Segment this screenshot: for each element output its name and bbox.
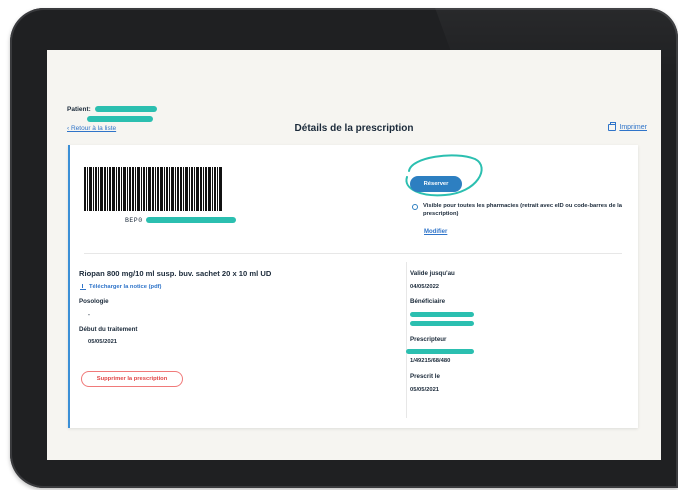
visibility-info-icon	[412, 204, 418, 210]
reserve-button[interactable]: Réserver	[410, 176, 462, 192]
start-date-value: 05/05/2021	[88, 339, 118, 345]
download-notice-label: Télécharger la notice (pdf)	[89, 284, 162, 290]
printer-icon	[608, 122, 617, 131]
valid-until-label: Valide jusqu'au	[410, 270, 455, 277]
posologie-value: -	[88, 312, 90, 318]
prescribed-on-label: Prescrit le	[410, 373, 440, 380]
posologie-label: Posologie	[79, 298, 109, 305]
start-date-label: Début du traitement	[79, 326, 138, 333]
prescriber-number: 1/49215/68/480	[410, 358, 451, 364]
beneficiary-redaction	[410, 312, 474, 317]
patient-id-redaction	[87, 116, 153, 122]
patient-name-redaction	[95, 106, 157, 112]
modify-link[interactable]: Modifier	[424, 229, 447, 235]
prescription-card: BEP0 Réserver Visible pour toutes les ph…	[68, 145, 638, 428]
beneficiary-id-redaction	[410, 321, 474, 326]
download-icon	[80, 284, 86, 290]
tablet-frame: Patient: ‹ Retour à la liste Détails de …	[10, 8, 678, 488]
prescribed-on-value: 05/05/2021	[410, 387, 440, 393]
column-divider	[406, 262, 407, 418]
prescriber-name-redaction	[406, 349, 474, 354]
delete-prescription-button[interactable]: Supprimer la prescription	[81, 371, 183, 387]
print-link[interactable]: Imprimer	[608, 122, 647, 131]
visibility-text: Visible pour toutes les pharmacies (retr…	[423, 203, 622, 217]
card-divider	[84, 253, 622, 254]
barcode-image	[84, 167, 222, 211]
medication-name: Riopan 800 mg/10 ml susp. buv. sachet 20…	[79, 269, 272, 278]
barcode-number-prefix: BEP0	[125, 217, 143, 224]
patient-label: Patient:	[67, 106, 91, 113]
download-notice-link[interactable]: Télécharger la notice (pdf)	[80, 284, 161, 290]
prescriber-label: Prescripteur	[410, 336, 447, 343]
app-screen: Patient: ‹ Retour à la liste Détails de …	[47, 50, 661, 460]
print-label: Imprimer	[619, 124, 647, 131]
page-title: Détails de la prescription	[294, 123, 414, 134]
beneficiary-label: Bénéficiaire	[410, 298, 446, 305]
barcode-number-redaction	[146, 217, 236, 223]
valid-until-value: 04/05/2022	[410, 284, 440, 290]
